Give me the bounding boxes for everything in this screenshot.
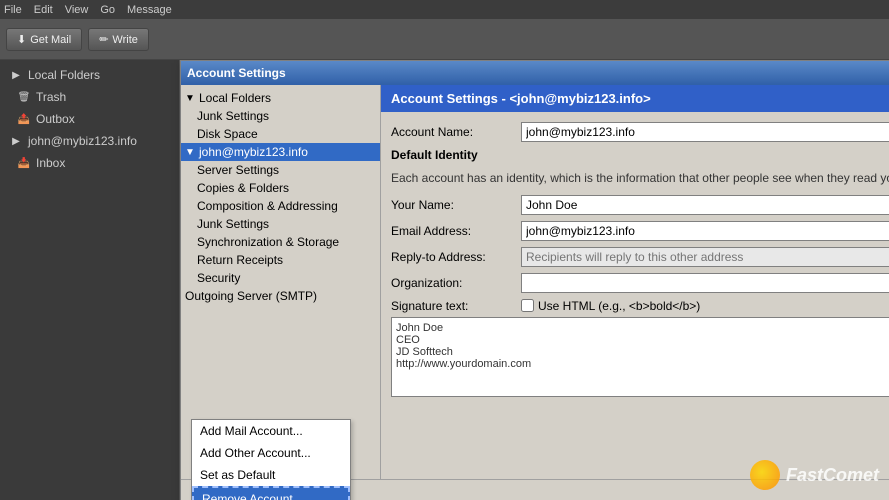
tree-item-label: Server Settings <box>197 163 279 177</box>
get-mail-button[interactable]: ⬇ Get Mail <box>6 28 82 51</box>
tree-item-return-receipts[interactable]: Return Receipts <box>181 251 380 269</box>
tree-item-label: Junk Settings <box>197 109 269 123</box>
tree-item-label: Disk Space <box>197 127 258 141</box>
main-area: Account Settings ✕ ▼ Local Folders <box>180 60 889 500</box>
tree-item-local-folders[interactable]: ▼ Local Folders <box>181 89 380 107</box>
settings-title: Account Settings - <john@mybiz123.info> <box>391 91 651 106</box>
tree-item-label: Synchronization & Storage <box>197 235 339 249</box>
use-html-checkbox[interactable] <box>521 299 534 312</box>
inbox-icon: 📥 <box>16 155 32 171</box>
watermark: FastComet <box>750 460 879 490</box>
tree-item-label: Security <box>197 271 240 285</box>
tree-item-label: john@mybiz123.info <box>199 145 308 159</box>
tree-item-label: Junk Settings <box>197 217 269 231</box>
outbox-icon: 📤 <box>16 111 32 127</box>
settings-content: Account Name: Default Identity Each acco… <box>381 112 889 479</box>
sidebar-item-trash[interactable]: 🗑 Trash <box>0 86 179 108</box>
menu-view[interactable]: View <box>65 4 89 16</box>
menu-item-add-other[interactable]: Add Other Account... <box>192 442 350 464</box>
sidebar-item-label: Trash <box>36 90 66 104</box>
menu-item-set-default[interactable]: Set as Default <box>192 464 350 486</box>
sidebar-item-outbox[interactable]: 📤 Outbox <box>0 108 179 130</box>
watermark-text: FastComet <box>786 465 879 486</box>
org-row: Organization: <box>391 273 889 293</box>
get-mail-icon: ⬇ <box>17 33 26 46</box>
tree-item-composition-addressing[interactable]: Composition & Addressing <box>181 197 380 215</box>
sidebar-item-account[interactable]: ▶ john@mybiz123.info <box>0 130 179 152</box>
reply-to-row: Reply-to Address: <box>391 247 889 267</box>
sidebar-item-label: john@mybiz123.info <box>28 134 137 148</box>
tree-item-junk-settings-lf[interactable]: Junk Settings <box>181 107 380 125</box>
content-area: ▶ Local Folders 🗑 Trash 📤 Outbox ▶ john@… <box>0 60 889 500</box>
folder-expand-icon: ▶ <box>8 67 24 83</box>
signature-label: Signature text: <box>391 299 521 313</box>
reply-to-label: Reply-to Address: <box>391 250 521 264</box>
email-row: Email Address: <box>391 221 889 241</box>
account-name-row: Account Name: <box>391 122 889 142</box>
expand-icon: ▼ <box>185 93 197 104</box>
tree-item-label: Local Folders <box>199 91 271 105</box>
org-input[interactable] <box>521 273 889 293</box>
tree-item-sync-storage[interactable]: Synchronization & Storage <box>181 233 380 251</box>
settings-header: Account Settings - <john@mybiz123.info> <box>381 85 889 112</box>
tree-item-security[interactable]: Security <box>181 269 380 287</box>
menu-file[interactable]: File <box>4 4 22 16</box>
sidebar: ▶ Local Folders 🗑 Trash 📤 Outbox ▶ john@… <box>0 60 180 500</box>
signature-row: Signature text: Use HTML (e.g., <b>bold<… <box>391 299 889 313</box>
tree-item-label: Copies & Folders <box>197 181 289 195</box>
tree-item-label: Return Receipts <box>197 253 283 267</box>
default-identity-title: Default Identity <box>391 148 889 162</box>
sidebar-item-label: Inbox <box>36 156 65 170</box>
account-name-label: Account Name: <box>391 125 521 139</box>
dialog-title: Account Settings <box>187 66 286 80</box>
account-icon: ▶ <box>8 133 24 149</box>
menu-go[interactable]: Go <box>100 4 115 16</box>
your-name-label: Your Name: <box>391 198 521 212</box>
org-label: Organization: <box>391 276 521 290</box>
signature-textarea[interactable]: John Doe CEO JD Softtech http://www.your… <box>391 317 889 397</box>
sidebar-item-inbox[interactable]: 📥 Inbox <box>0 152 179 174</box>
sidebar-item-label: Outbox <box>36 112 75 126</box>
email-input[interactable] <box>521 221 889 241</box>
account-actions-menu: Add Mail Account... Add Other Account...… <box>191 419 351 500</box>
tree-item-account[interactable]: ▼ john@mybiz123.info <box>181 143 380 161</box>
signature-content: John Doe CEO JD Softtech http://www.your… <box>396 322 889 370</box>
menu-edit[interactable]: Edit <box>34 4 53 16</box>
menu-item-add-mail[interactable]: Add Mail Account... <box>192 420 350 442</box>
reply-to-input[interactable] <box>521 247 889 267</box>
account-name-input[interactable] <box>521 122 889 142</box>
email-label: Email Address: <box>391 224 521 238</box>
tree-item-disk-space[interactable]: Disk Space <box>181 125 380 143</box>
menu-item-remove-account[interactable]: Remove Account <box>192 486 350 500</box>
tree-item-label: Composition & Addressing <box>197 199 338 213</box>
fastcomet-logo <box>750 460 780 490</box>
dialog-titlebar: Account Settings ✕ <box>181 61 889 85</box>
tree-item-label: Outgoing Server (SMTP) <box>185 289 317 303</box>
tree-item-copies-folders[interactable]: Copies & Folders <box>181 179 380 197</box>
write-icon: ✏ <box>99 33 108 46</box>
tree-item-outgoing-smtp[interactable]: Outgoing Server (SMTP) <box>181 287 380 305</box>
account-settings-dialog: Account Settings ✕ ▼ Local Folders <box>180 60 889 500</box>
settings-panel: Account Settings - <john@mybiz123.info> … <box>381 85 889 479</box>
use-html-label: Use HTML (e.g., <b>bold</b>) <box>521 299 700 313</box>
toolbar: ⬇ Get Mail ✏ Write <box>0 20 889 60</box>
sidebar-item-label: Local Folders <box>28 68 100 82</box>
menu-bar: File Edit View Go Message <box>0 0 889 20</box>
sidebar-item-local-folders[interactable]: ▶ Local Folders <box>0 64 179 86</box>
your-name-row: Your Name: <box>391 195 889 215</box>
tree-item-server-settings[interactable]: Server Settings <box>181 161 380 179</box>
menu-message[interactable]: Message <box>127 4 172 16</box>
trash-icon: 🗑 <box>16 89 32 105</box>
mail-client: File Edit View Go Message ⬇ Get Mail ✏ W… <box>0 0 889 500</box>
identity-description: Each account has an identity, which is t… <box>391 170 889 187</box>
expand-icon: ▼ <box>185 147 197 158</box>
your-name-input[interactable] <box>521 195 889 215</box>
tree-item-junk-settings[interactable]: Junk Settings <box>181 215 380 233</box>
write-button[interactable]: ✏ Write <box>88 28 149 51</box>
